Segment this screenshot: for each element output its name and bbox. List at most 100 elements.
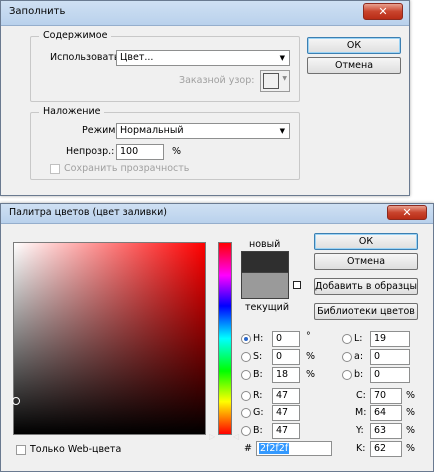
unit-s: %: [306, 351, 316, 362]
value-r: 47: [276, 390, 289, 401]
input-b[interactable]: 18: [272, 367, 300, 383]
radio-s[interactable]: [241, 352, 251, 362]
contents-legend: Содержимое: [39, 30, 112, 41]
out-of-gamut-cube-icon[interactable]: [293, 281, 301, 289]
radio-r[interactable]: [241, 391, 251, 401]
value-lab-b: 0: [374, 369, 381, 380]
value-s: 0: [276, 351, 283, 362]
unit-h: °: [306, 331, 311, 342]
color-cursor[interactable]: [12, 397, 20, 405]
use-select[interactable]: Цвет... ▼: [116, 50, 290, 66]
saturation-brightness-field[interactable]: [13, 242, 206, 435]
value-blue: 47: [276, 425, 289, 436]
input-k[interactable]: 62: [370, 441, 402, 457]
value-k: 62: [374, 443, 387, 454]
input-lab-b[interactable]: 0: [370, 367, 410, 383]
label-m: M:: [355, 407, 367, 418]
contents-group: Содержимое: [30, 30, 300, 102]
fill-dialog-title: Заполнить: [9, 6, 66, 17]
blending-legend: Наложение: [39, 106, 105, 117]
use-label: Использовать:: [50, 52, 123, 63]
fill-ok-button[interactable]: ОК: [307, 37, 401, 54]
value-g: 47: [276, 407, 289, 418]
label-y: Y:: [356, 425, 364, 436]
hex-input[interactable]: 2f2f2f: [256, 441, 332, 456]
mode-select-value: Нормальный: [120, 125, 184, 136]
fill-cancel-button[interactable]: Отмена: [307, 57, 401, 74]
use-select-value: Цвет...: [120, 52, 154, 63]
radio-b[interactable]: [241, 370, 251, 380]
input-l[interactable]: 19: [370, 331, 410, 347]
label-h: H:: [253, 333, 264, 344]
input-r[interactable]: 47: [272, 388, 300, 404]
chevron-down-icon: ▼: [279, 127, 285, 135]
new-label: новый: [249, 239, 281, 250]
hue-slider-right-handle[interactable]: ◁: [233, 432, 239, 441]
radio-h[interactable]: [241, 334, 251, 344]
chevron-down-icon: ▼: [282, 75, 287, 82]
label-lab-b: b:: [354, 369, 364, 380]
input-y[interactable]: 63: [370, 423, 402, 439]
unit-c: %: [406, 390, 416, 401]
input-s[interactable]: 0: [272, 349, 300, 365]
fill-dialog: Заполнить ✕ Содержимое Использовать: Цве…: [0, 0, 410, 196]
value-b: 18: [276, 369, 289, 380]
pattern-preview: [263, 73, 279, 89]
input-blue[interactable]: 47: [272, 423, 300, 439]
hue-slider-left-handle[interactable]: ▷: [209, 432, 215, 441]
opacity-label: Непрозр.:: [66, 146, 115, 157]
label-k: K:: [356, 443, 366, 454]
label-a: a:: [354, 351, 364, 362]
mode-select[interactable]: Нормальный ▼: [116, 123, 290, 139]
fill-dialog-titlebar[interactable]: Заполнить ✕: [1, 1, 409, 26]
add-to-swatches-button[interactable]: Добавить в образцы: [314, 278, 418, 295]
mode-label: Режим:: [82, 125, 119, 136]
radio-g[interactable]: [241, 408, 251, 418]
radio-lab-b[interactable]: [342, 370, 352, 380]
value-c: 70: [374, 390, 387, 401]
input-a[interactable]: 0: [370, 349, 410, 365]
radio-blue[interactable]: [241, 426, 251, 436]
label-s: S:: [253, 351, 263, 362]
value-m: 64: [374, 407, 387, 418]
label-r: R:: [253, 390, 263, 401]
input-c[interactable]: 70: [370, 388, 402, 404]
color-picker-titlebar[interactable]: Палитра цветов (цвет заливки) ✕: [1, 204, 433, 224]
color-libraries-button[interactable]: Библиотеки цветов: [314, 303, 418, 320]
hex-value: 2f2f2f: [259, 443, 290, 454]
label-c: C:: [356, 390, 366, 401]
label-l: L:: [354, 333, 363, 344]
fill-dialog-close-button[interactable]: ✕: [363, 3, 403, 20]
radio-a[interactable]: [342, 352, 352, 362]
preserve-transparency-checkbox[interactable]: [50, 164, 60, 174]
chevron-down-icon: ▼: [279, 54, 285, 62]
picker-ok-button[interactable]: ОК: [314, 233, 418, 250]
input-m[interactable]: 64: [370, 405, 402, 421]
opacity-unit: %: [172, 146, 182, 157]
current-color-swatch[interactable]: [241, 273, 289, 299]
unit-m: %: [406, 407, 416, 418]
unit-y: %: [406, 425, 416, 436]
picker-cancel-button[interactable]: Отмена: [314, 253, 418, 270]
hex-prefix: #: [244, 443, 252, 454]
custom-pattern-label: Заказной узор:: [179, 75, 255, 86]
label-g: G:: [253, 407, 264, 418]
hue-slider[interactable]: [218, 242, 232, 435]
value-a: 0: [374, 351, 381, 362]
label-b: B:: [253, 369, 263, 380]
new-color-swatch: [241, 251, 289, 273]
custom-pattern-picker[interactable]: ▼: [260, 70, 290, 92]
input-h[interactable]: 0: [272, 331, 300, 347]
color-picker-title: Палитра цветов (цвет заливки): [9, 207, 167, 218]
radio-l[interactable]: [342, 334, 352, 344]
value-l: 19: [374, 333, 387, 344]
fill-dialog-body: Содержимое Использовать: Цвет... ▼ Заказ…: [6, 26, 404, 190]
unit-k: %: [406, 443, 416, 454]
opacity-input[interactable]: 100: [116, 144, 164, 160]
input-g[interactable]: 47: [272, 405, 300, 421]
web-only-checkbox[interactable]: [16, 445, 26, 455]
preserve-transparency-label: Сохранить прозрачность: [64, 163, 190, 174]
value-h: 0: [276, 333, 283, 344]
color-picker-close-button[interactable]: ✕: [387, 205, 427, 220]
web-only-label: Только Web-цвета: [30, 444, 122, 455]
